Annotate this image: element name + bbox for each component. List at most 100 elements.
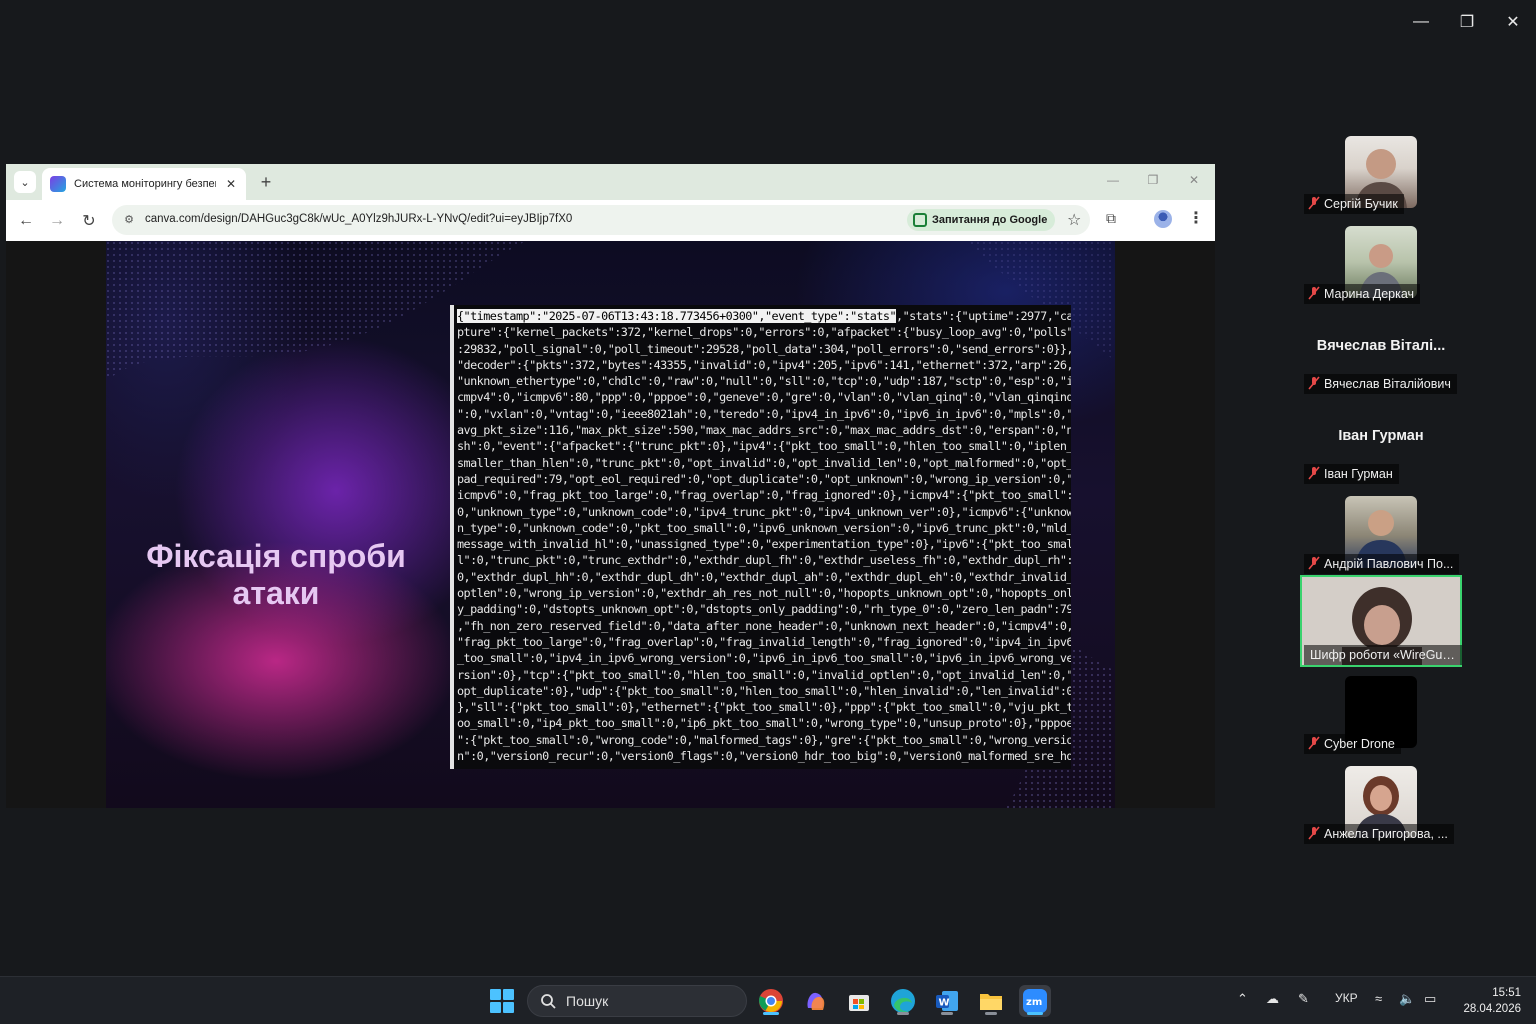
participant-tile[interactable]: Андрій Павлович По... [1300, 496, 1462, 586]
terminal-line: y_padding":0,"dstopts_unknown_opt":0,"ds… [457, 602, 1071, 617]
slide-title-line-1: Фіксація спроби [146, 538, 406, 574]
store-logo [849, 995, 869, 1011]
participant-tile-active-speaker[interactable]: Шифр роботи «WireGua... [1300, 575, 1462, 667]
word-logo: W [936, 991, 958, 1011]
terminal-screenshot: {"timestamp":"2025-07-06T13:43:18.773456… [450, 305, 1071, 769]
terminal-line: },"sll":{"pkt_too_small":0},"ethernet":{… [457, 700, 1071, 715]
onedrive-icon[interactable]: ☁ [1266, 991, 1279, 1007]
slide-title-line-2: атаки [232, 575, 320, 611]
zoom-logo: zm [1023, 989, 1047, 1013]
participant-heading: Іван Гурман [1338, 428, 1424, 444]
word-icon[interactable]: W [931, 985, 963, 1017]
browser-menu-icon[interactable]: ⋮ [1188, 208, 1204, 228]
muted-mic-icon [1308, 736, 1320, 750]
volume-muted-icon[interactable]: 🔈 [1399, 991, 1415, 1007]
participant-heading: Вячеслав Віталі... [1316, 338, 1446, 354]
terminal-line: avg_pkt_size":116,"max_pkt_size":590,"ma… [457, 423, 1071, 438]
terminal-line: optlen":0,"wrong_ip_version":0,"exthdr_a… [457, 586, 1071, 601]
terminal-line: sh":0,"event":{"afpacket":{"trunc_pkt":0… [457, 439, 1071, 454]
pen-input-icon[interactable]: ✎ [1298, 991, 1309, 1007]
terminal-line: "decoder":{"pkts":372,"bytes":43355,"inv… [457, 357, 1071, 372]
zoom-icon[interactable]: zm [1019, 985, 1051, 1017]
language-indicator[interactable]: УКР [1335, 991, 1358, 1005]
terminal-highlight: {"timestamp":"2025-07-06T13:43:18.773456… [457, 309, 897, 323]
participant-tile[interactable]: Cyber Drone [1300, 676, 1462, 766]
tab-search-button[interactable]: ⌄ [14, 171, 36, 193]
running-indicator [985, 1012, 997, 1015]
zoom-meeting-window: — ❐ ✕ ⌄ Система моніторингу безпеки ✕ + … [0, 0, 1536, 1024]
muted-mic-icon [1308, 196, 1320, 210]
battery-icon[interactable]: ▭ [1424, 991, 1436, 1007]
participant-name: Сергій Бучик [1324, 197, 1398, 211]
minimize-window-button[interactable]: — [1406, 8, 1436, 36]
wifi-icon[interactable]: ≈ [1375, 991, 1382, 1006]
terminal-line: n":0,"version0_recur":0,"version0_flags"… [457, 749, 1071, 764]
participant-name: Cyber Drone [1324, 737, 1395, 751]
search-placeholder: Пошук [566, 993, 609, 1009]
participant-tile[interactable]: Іван Гурман Іван Гурман [1300, 406, 1462, 496]
terminal-line-text: ,"stats":{"uptime":2977,"ca [896, 309, 1071, 323]
participant-name-label: Сергій Бучик [1304, 194, 1404, 214]
new-tab-button[interactable]: + [256, 172, 276, 192]
taskbar-search[interactable]: Пошук [527, 985, 747, 1017]
participant-tile[interactable]: Вячеслав Віталі... Вячеслав Віталійович [1300, 316, 1462, 406]
participant-tile[interactable]: Анжела Григорова, ... [1300, 766, 1462, 856]
close-window-button[interactable]: ✕ [1498, 8, 1528, 36]
running-indicator [1027, 1012, 1043, 1015]
muted-mic-icon [1308, 286, 1320, 300]
chrome-icon[interactable] [755, 985, 787, 1017]
participant-name-label: Вячеслав Віталійович [1304, 374, 1457, 394]
presentation-slide: Фіксація спроби атаки {"timestamp":"2025… [106, 241, 1115, 808]
page-content: Фіксація спроби атаки {"timestamp":"2025… [6, 241, 1215, 808]
windows-start-button[interactable] [490, 989, 514, 1013]
folder-logo [980, 994, 1002, 1010]
reload-button[interactable]: ↻ [78, 210, 100, 232]
ask-google-button[interactable]: Запитання до Google [907, 209, 1056, 231]
terminal-line: pad_required":79,"opt_eol_required":0,"o… [457, 471, 1071, 486]
back-button[interactable]: ← [15, 210, 37, 232]
terminal-line: smaller_than_hlen":0,"trunc_pkt":0,"opt_… [457, 455, 1071, 470]
participant-tile[interactable]: Марина Деркач [1300, 226, 1462, 316]
site-info-icon[interactable]: ⚙ [122, 213, 136, 227]
participant-name: Шифр роботи «WireGua... [1310, 648, 1460, 662]
start-tile [490, 989, 501, 1000]
terminal-line: cmpv4":0,"icmpv6":80,"ppp":0,"pppoe":0,"… [457, 390, 1071, 405]
bookmark-star-icon[interactable]: ☆ [1067, 210, 1081, 230]
extensions-icon[interactable]: ⧉ [1106, 210, 1116, 227]
store-icon[interactable] [843, 985, 875, 1017]
profile-avatar[interactable] [1154, 210, 1172, 228]
terminal-line: rsion":0},"tcp":{"pkt_too_small":0,"hlen… [457, 667, 1071, 682]
browser-minimize-button[interactable]: — [1103, 173, 1123, 187]
edge-icon[interactable] [887, 985, 919, 1017]
start-tile [490, 1002, 501, 1013]
forward-button[interactable]: → [46, 210, 68, 232]
muted-mic-icon [1308, 826, 1320, 840]
terminal-line: icmpv6":0,"frag_pkt_too_large":0,"frag_o… [457, 488, 1071, 503]
browser-close-button[interactable]: ✕ [1184, 173, 1204, 187]
terminal-line: "unknown_ethertype":0,"chdlc":0,"raw":0,… [457, 374, 1071, 389]
terminal-line: {"timestamp":"2025-07-06T13:43:18.773456… [457, 308, 1071, 324]
system-clock[interactable]: 15:51 28.04.2026 [1455, 985, 1521, 1017]
file-explorer-icon[interactable] [975, 985, 1007, 1017]
tab-title: Система моніторингу безпеки [74, 178, 216, 190]
show-hidden-icons-chevron[interactable]: ⌃ [1237, 991, 1248, 1007]
muted-mic-icon [1308, 556, 1320, 570]
copilot-logo [807, 992, 825, 1010]
terminal-line: ":0,"vxlan":0,"vntag":0,"ieee8021ah":0,"… [457, 406, 1071, 421]
terminal-line: l":0,"trunc_pkt":0,"trunc_exthdr":0,"ext… [457, 553, 1071, 568]
participant-name: Вячеслав Віталійович [1324, 377, 1451, 391]
browser-tab[interactable]: Система моніторингу безпеки ✕ [42, 168, 246, 200]
terminal-line: oo_small":0,"ip4_pkt_too_small":0,"ip6_p… [457, 716, 1071, 731]
url-text: canva.com/design/DAHGuc3gC8k/wUc_A0Ylz9h… [145, 213, 573, 225]
terminal-line: ,"fh_non_zero_reserved_field":0,"data_af… [457, 618, 1071, 633]
participant-tile[interactable]: Сергій Бучик [1300, 136, 1462, 226]
participant-name-label: Cyber Drone [1304, 734, 1401, 754]
url-field[interactable]: ⚙ canva.com/design/DAHGuc3gC8k/wUc_A0Ylz… [112, 205, 1090, 235]
close-tab-icon[interactable]: ✕ [224, 177, 238, 191]
running-indicator [763, 1012, 779, 1015]
terminal-line: 0,"unknown_type":0,"unknown_code":0,"ipv… [457, 504, 1071, 519]
participant-name-label: Шифр роботи «WireGua... [1304, 645, 1462, 665]
browser-restore-button[interactable]: ❐ [1143, 173, 1163, 187]
restore-window-button[interactable]: ❐ [1452, 8, 1482, 36]
copilot-icon[interactable] [799, 985, 831, 1017]
